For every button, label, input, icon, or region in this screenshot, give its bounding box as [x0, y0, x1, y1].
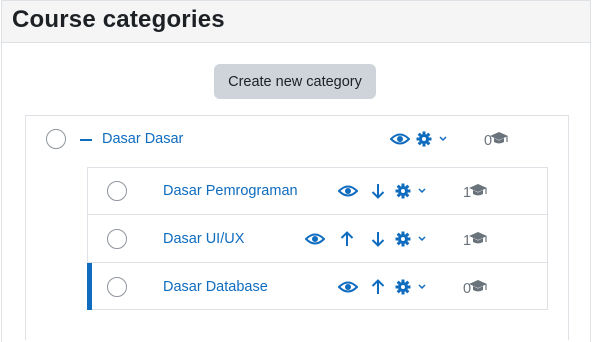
graduation-cap-icon: [468, 231, 488, 250]
gear-icon[interactable]: [395, 183, 411, 199]
eye-icon[interactable]: [338, 278, 358, 296]
page-title: Course categories: [12, 6, 225, 33]
gear-icon[interactable]: [395, 231, 411, 247]
category-link[interactable]: Dasar UI/UX: [163, 231, 244, 247]
category-row-dasar-ui-ux: Dasar UI/UX 1: [87, 214, 548, 262]
category-select-checkbox[interactable]: [107, 277, 127, 297]
course-count: 1: [463, 231, 488, 250]
category-row-dasar-pemrograman: Dasar Pemrograman 1: [87, 167, 548, 215]
course-categories-page: Course categories Create new category Da…: [0, 0, 593, 342]
graduation-cap-icon: [468, 279, 488, 298]
page-header: Course categories: [1, 0, 591, 43]
category-link[interactable]: Dasar Dasar: [102, 131, 183, 147]
category-link[interactable]: Dasar Pemrograman: [163, 183, 298, 199]
eye-icon[interactable]: [305, 230, 325, 248]
chevron-down-icon[interactable]: [439, 136, 447, 142]
eye-icon[interactable]: [390, 130, 410, 148]
course-count: 0: [463, 279, 488, 298]
arrow-down-icon[interactable]: [371, 230, 385, 248]
graduation-cap-icon: [468, 183, 488, 202]
course-count: 1: [463, 183, 488, 202]
gear-icon[interactable]: [416, 131, 432, 147]
course-count: 0: [484, 131, 509, 150]
chevron-down-icon[interactable]: [418, 284, 426, 290]
gear-icon[interactable]: [395, 279, 411, 295]
arrow-up-icon[interactable]: [340, 230, 354, 248]
category-select-checkbox[interactable]: [107, 181, 127, 201]
chevron-down-icon[interactable]: [418, 188, 426, 194]
category-select-checkbox[interactable]: [107, 229, 127, 249]
create-new-category-button[interactable]: Create new category: [214, 64, 376, 99]
graduation-cap-icon: [489, 131, 509, 150]
category-select-checkbox[interactable]: [46, 129, 66, 149]
chevron-down-icon[interactable]: [418, 236, 426, 242]
eye-icon[interactable]: [338, 182, 358, 200]
category-link[interactable]: Dasar Database: [163, 279, 268, 295]
arrow-up-icon[interactable]: [371, 278, 385, 296]
arrow-down-icon[interactable]: [371, 182, 385, 200]
minus-icon[interactable]: [80, 139, 92, 141]
category-row-dasar-database: Dasar Database 0: [87, 262, 548, 310]
